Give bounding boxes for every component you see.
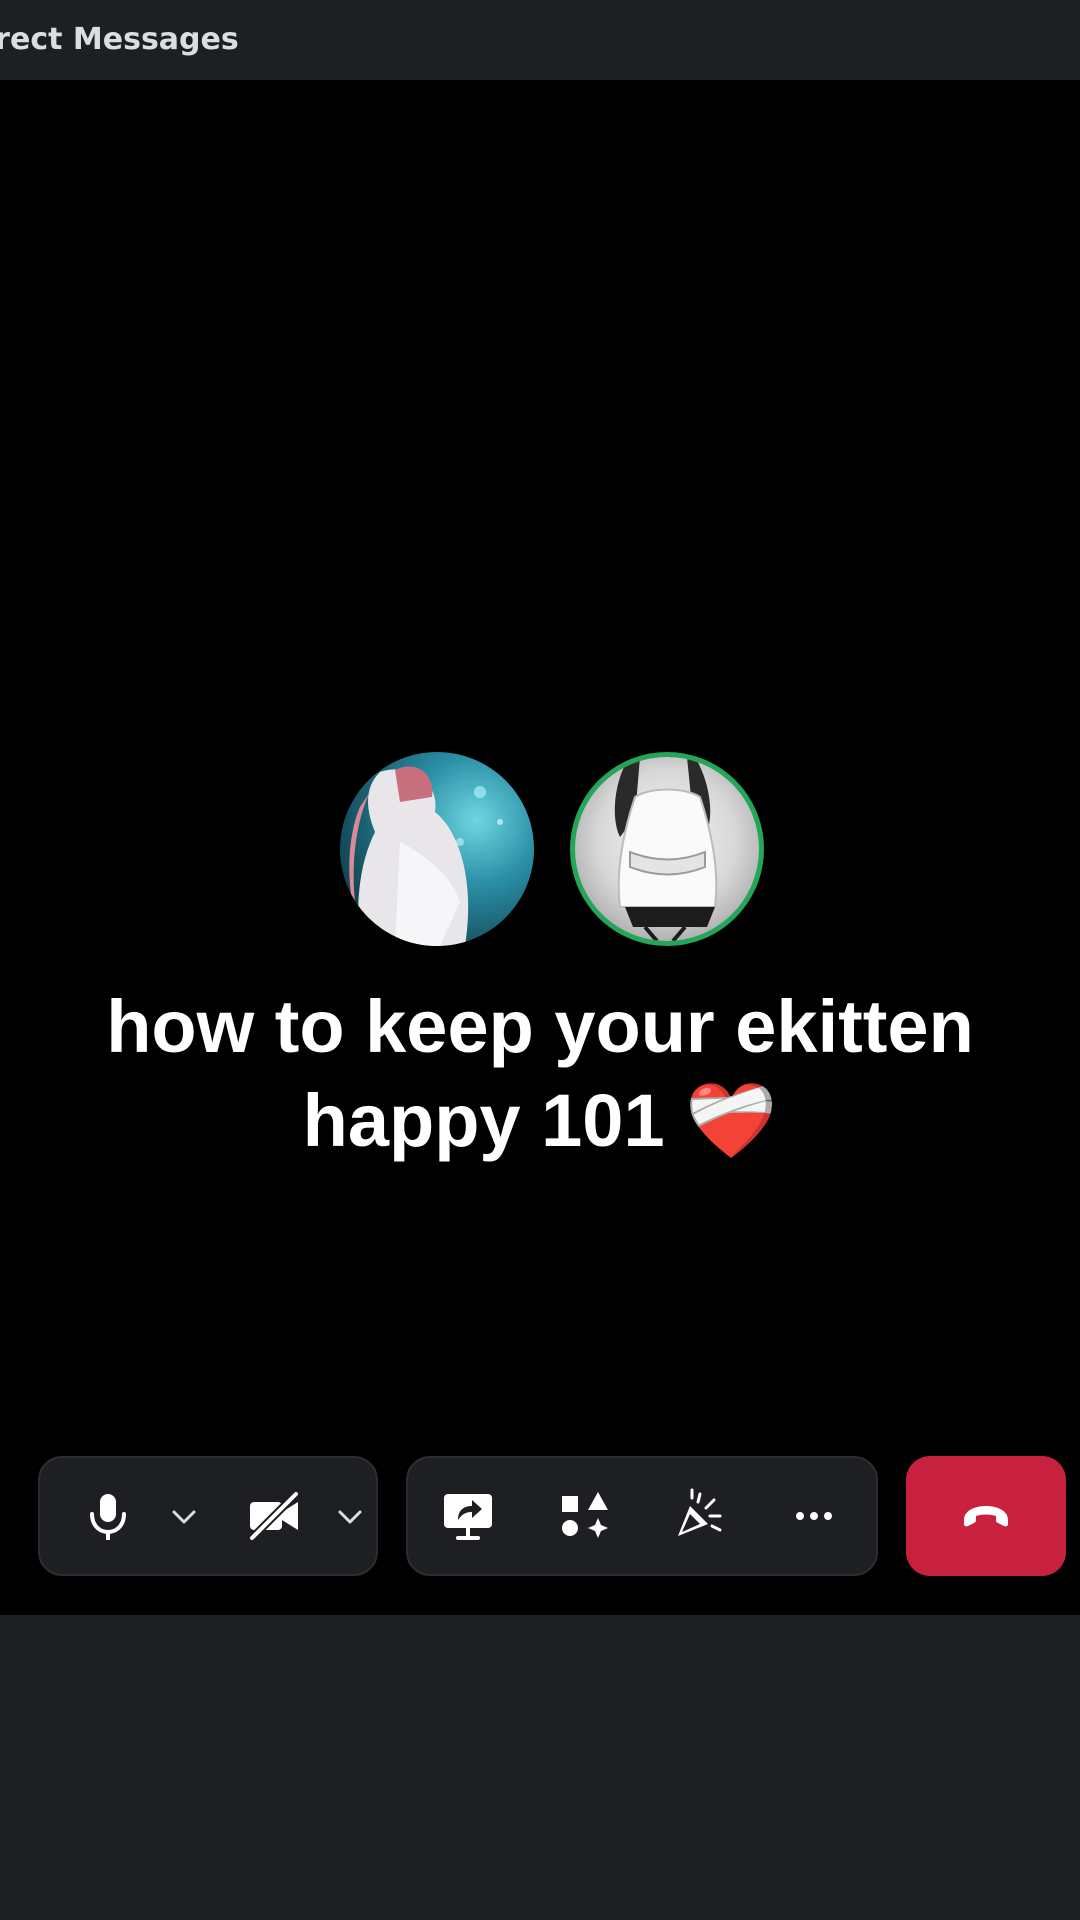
- avatar-image-1: [349, 766, 503, 946]
- participant-avatar-2-speaking[interactable]: [570, 752, 764, 946]
- hang-up-icon: [956, 1486, 1016, 1546]
- avatar-image-2: [614, 757, 718, 941]
- voice-call-area: [0, 80, 1080, 1615]
- microphone-icon[interactable]: [78, 1486, 138, 1546]
- chevron-down-icon[interactable]: [320, 1486, 380, 1546]
- activity-controls: [406, 1456, 878, 1576]
- header-title[interactable]: Direct Messages: [0, 20, 1080, 60]
- bottom-panel: [0, 1615, 1080, 1920]
- direct-messages-label[interactable]: Direct Messages: [0, 20, 239, 60]
- participant-avatar-1[interactable]: [340, 752, 534, 946]
- chevron-down-icon[interactable]: [154, 1486, 214, 1546]
- hang-up-button[interactable]: [906, 1456, 1066, 1576]
- video-caption-text: how to keep your ekitten happy 101 ❤️‍🩹: [106, 985, 974, 1162]
- activities-icon[interactable]: [554, 1486, 614, 1546]
- screen-share-icon[interactable]: [438, 1486, 498, 1546]
- audio-video-controls: [38, 1456, 378, 1576]
- soundboard-icon[interactable]: [668, 1486, 728, 1546]
- more-icon[interactable]: [784, 1486, 844, 1546]
- camera-off-icon[interactable]: [244, 1486, 304, 1546]
- top-bar: Direct Messages: [0, 0, 1080, 80]
